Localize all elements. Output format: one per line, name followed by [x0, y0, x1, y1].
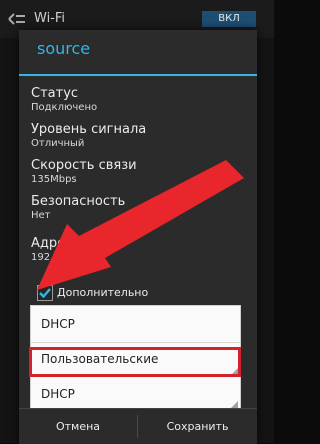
- red-arrow-icon: [37, 160, 244, 290]
- screen: Wi-Fi ВКЛ source Статус Подключено Урове…: [0, 0, 274, 444]
